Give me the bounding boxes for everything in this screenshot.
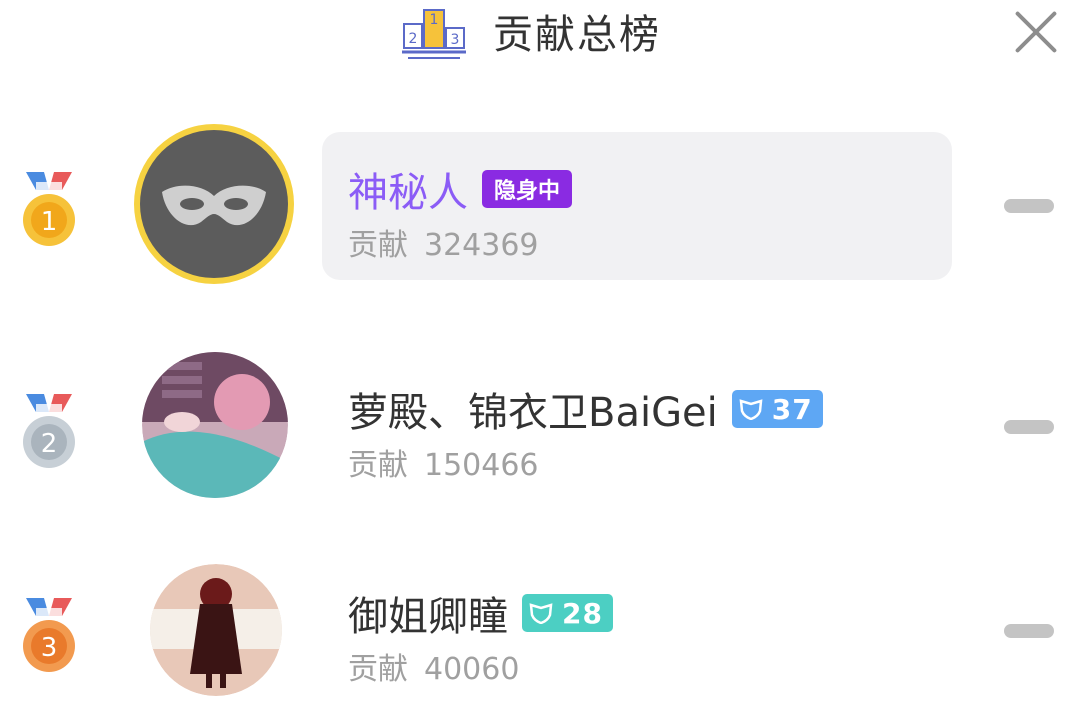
podium-digit-2: 2 xyxy=(409,31,418,47)
user-avatar-image xyxy=(142,352,288,498)
rank-number: 2 xyxy=(41,429,58,459)
contribution-value: 40060 xyxy=(424,652,520,687)
level-shield-icon xyxy=(529,603,553,624)
podium-digit-3: 3 xyxy=(451,32,460,48)
contribution-label: 贡献 xyxy=(348,652,408,687)
contribution: 贡献 150466 xyxy=(348,440,539,484)
user-info-card[interactable]: 神秘人 隐身中 贡献 324369 xyxy=(322,132,952,280)
contribution-label: 贡献 xyxy=(348,228,408,263)
user-avatar-image xyxy=(150,564,282,696)
contribution-value: 150466 xyxy=(424,448,539,483)
avatar[interactable] xyxy=(132,122,296,286)
level-number: 37 xyxy=(771,392,813,426)
ranking-row[interactable]: 3 御姐卿瞳 28 贡献 40060 xyxy=(0,552,1080,722)
rank-number: 1 xyxy=(41,207,58,237)
page-title: 贡献总榜 xyxy=(493,12,661,58)
user-name: 御姐卿瞳 xyxy=(348,594,508,640)
user-name: 萝殿、锦衣卫BaiGei xyxy=(348,390,718,436)
user-name-line: 萝殿、锦衣卫BaiGei 37 xyxy=(348,380,823,438)
rank-change-dash xyxy=(1004,420,1054,434)
avatar[interactable] xyxy=(142,352,288,498)
level-badge: 28 xyxy=(522,594,613,632)
gold-medal-icon: 1 xyxy=(23,172,75,246)
hidden-status-badge: 隐身中 xyxy=(482,170,573,208)
rank-number: 3 xyxy=(41,633,58,663)
contribution: 贡献 324369 xyxy=(348,220,539,264)
mask-icon xyxy=(134,124,294,284)
contribution-value: 324369 xyxy=(424,228,539,263)
user-name: 神秘人 xyxy=(348,170,468,216)
user-info-card[interactable]: 御姐卿瞳 28 贡献 40060 xyxy=(322,556,952,704)
user-name-line: 御姐卿瞳 28 xyxy=(348,584,613,642)
contribution-label: 贡献 xyxy=(348,448,408,483)
podium-digit-1: 1 xyxy=(430,12,439,28)
user-name-line: 神秘人 隐身中 xyxy=(348,160,573,218)
user-info-card[interactable]: 萝殿、锦衣卫BaiGei 37 贡献 150466 xyxy=(322,352,952,500)
bronze-medal-icon: 3 xyxy=(23,598,75,672)
rank-change-dash xyxy=(1004,199,1054,213)
podium-icon: 2 1 3 xyxy=(402,9,466,59)
contribution: 贡献 40060 xyxy=(348,644,519,688)
silver-medal-icon: 2 xyxy=(23,394,75,468)
rank-change-dash xyxy=(1004,624,1054,638)
level-shield-icon xyxy=(739,399,763,420)
ranking-row[interactable]: 1 神秘人 隐身中 贡献 324369 xyxy=(0,120,1080,290)
avatar[interactable] xyxy=(150,564,282,696)
level-badge: 37 xyxy=(731,390,823,428)
ranking-header: 2 1 3 贡献总榜 xyxy=(0,0,1080,70)
ranking-row[interactable]: 2 萝殿、锦衣卫BaiGei 37 贡献 150466 xyxy=(0,348,1080,518)
level-number: 28 xyxy=(562,596,603,630)
close-icon[interactable] xyxy=(1012,8,1060,56)
